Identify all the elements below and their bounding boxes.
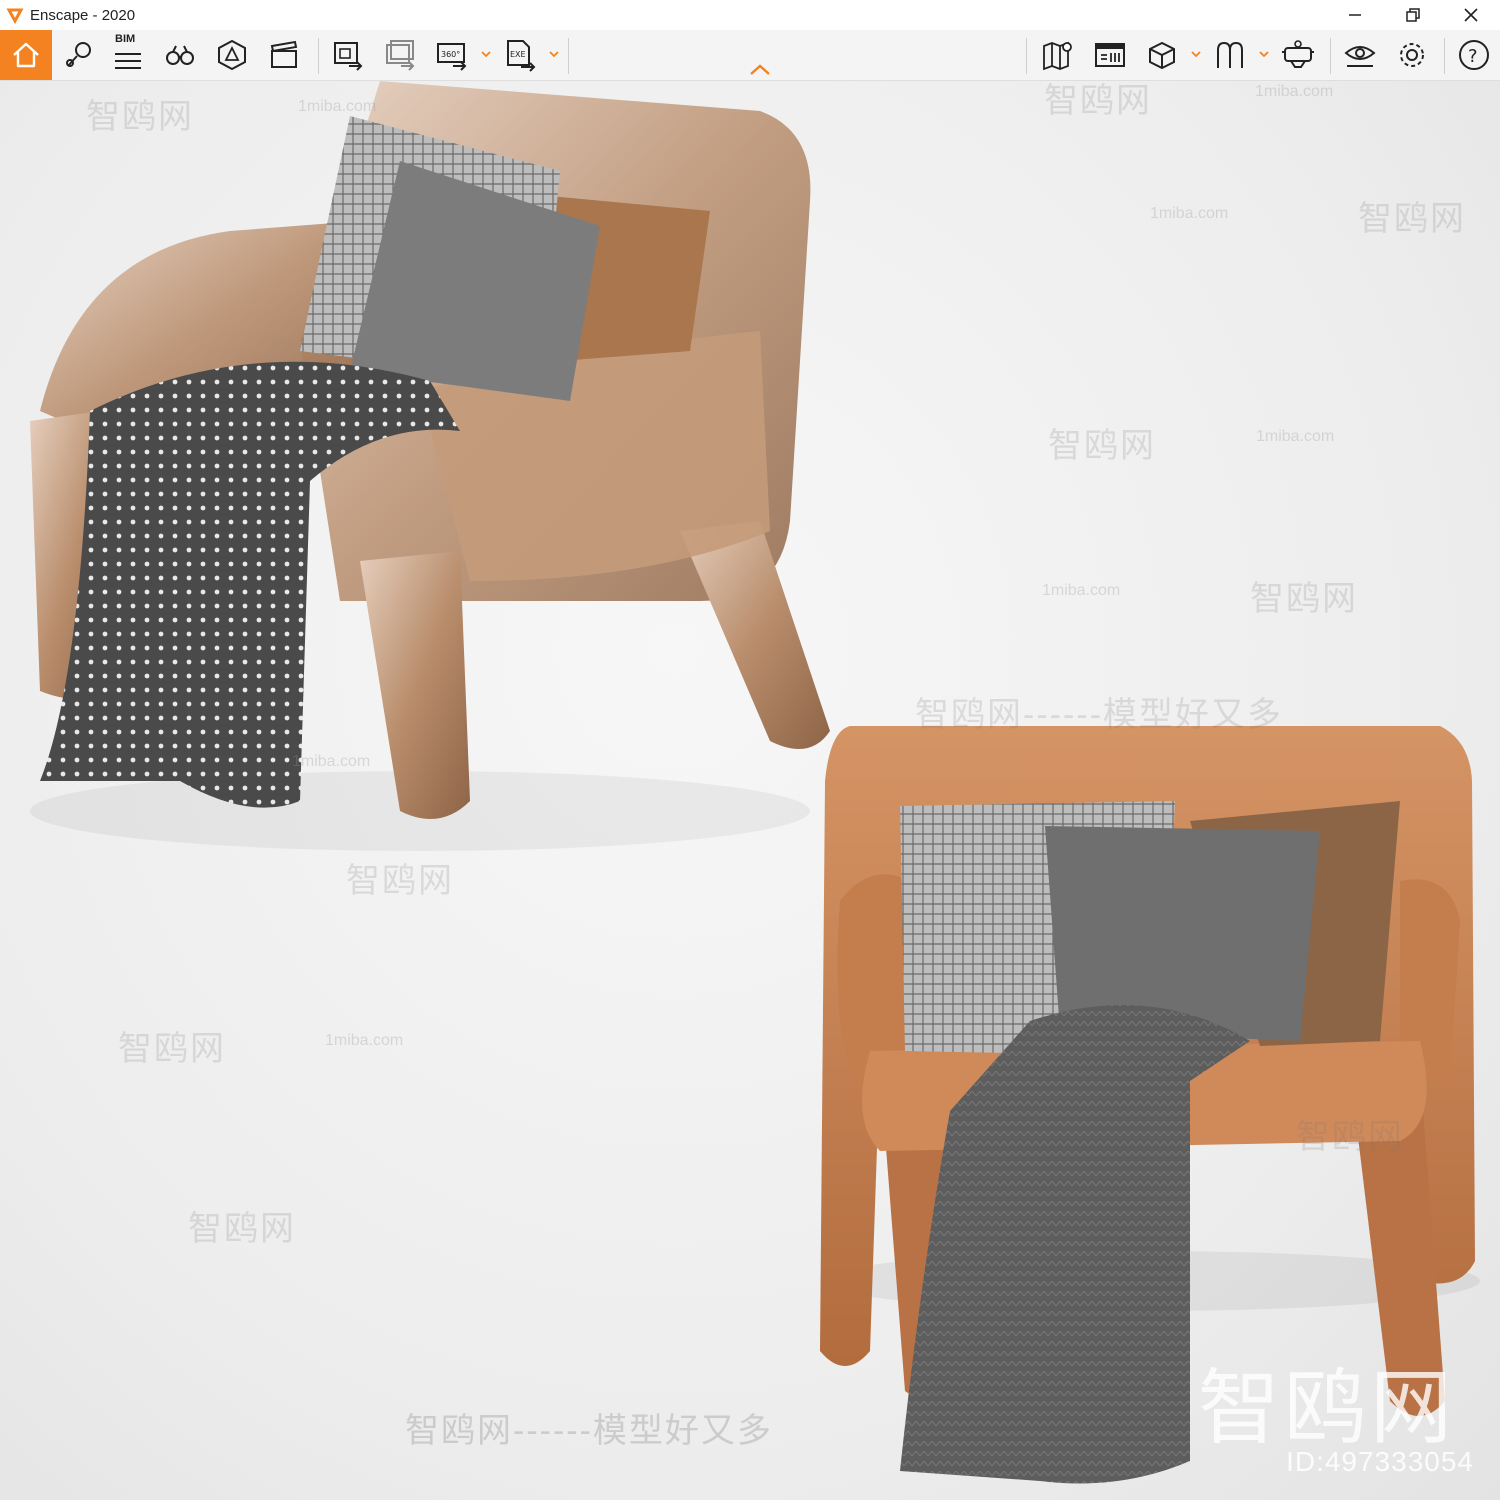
glass-armchair <box>30 81 830 851</box>
bim-button[interactable]: BIM <box>106 33 150 76</box>
toolbar: BIM 360° EXE ? <box>0 30 1500 81</box>
binoculars-button[interactable] <box>158 34 202 76</box>
vr-button[interactable] <box>1276 34 1320 76</box>
batch-render-icon <box>386 40 415 71</box>
visual-settings-icon <box>1344 46 1376 67</box>
settings-button[interactable] <box>1390 34 1434 76</box>
window-title: Enscape - 2020 <box>30 6 136 24</box>
watermark-site: 1miba.com <box>298 98 377 115</box>
watermark-brand: 智鸥网 <box>1048 427 1156 465</box>
section-box-button[interactable] <box>1140 34 1184 76</box>
watermark-brand: 智鸥网 <box>1250 580 1358 618</box>
watermark-brand: 智鸥网 <box>86 98 194 136</box>
minimize-icon <box>1349 14 1361 16</box>
panorama-button[interactable]: 360° <box>430 34 474 76</box>
close-icon <box>1464 8 1478 22</box>
minimize-button[interactable] <box>1326 0 1384 30</box>
views-button[interactable] <box>1088 34 1132 76</box>
exe-export-button[interactable]: EXE <box>498 34 542 76</box>
visual-settings-button[interactable] <box>1338 34 1382 76</box>
toolbar-separator <box>568 38 569 74</box>
video-editor-button[interactable] <box>262 34 306 76</box>
home-icon <box>13 42 39 68</box>
title-bar: Enscape - 2020 <box>0 0 1500 30</box>
watermark-site: 1miba.com <box>1150 205 1229 222</box>
binoculars-icon <box>166 45 194 65</box>
walkthrough-icon <box>1217 41 1243 68</box>
watermark-brand: 智鸥网 <box>188 1210 296 1248</box>
batch-render-button[interactable] <box>378 34 422 76</box>
map-button[interactable] <box>1036 34 1080 76</box>
asset-library-icon <box>218 39 246 71</box>
restore-button[interactable] <box>1384 0 1442 30</box>
watermark-id: ID:497333054 <box>1286 1446 1474 1477</box>
exe-export-dropdown[interactable] <box>548 44 560 64</box>
svg-text:EXE: EXE <box>510 50 526 59</box>
views-icon <box>1095 43 1125 67</box>
close-button[interactable] <box>1442 0 1500 30</box>
map-icon <box>1043 41 1072 71</box>
exe-export-icon: EXE <box>507 40 536 72</box>
window-controls <box>1326 0 1500 30</box>
panorama-360-icon: 360° <box>437 43 467 71</box>
bim-label: BIM <box>115 33 136 45</box>
watermark-brand: 智鸥网 <box>1044 82 1152 120</box>
help-button[interactable]: ? <box>1452 34 1496 76</box>
watermark-site: 1miba.com <box>1256 428 1335 445</box>
vr-headset-icon <box>1282 40 1314 68</box>
section-box-dropdown[interactable] <box>1190 44 1202 64</box>
walkthrough-button[interactable] <box>1208 34 1252 76</box>
watermark-brand: 智鸥网 <box>118 1030 226 1068</box>
screenshot-export-icon <box>334 42 363 71</box>
watermark-brand: 智鸥网 <box>1358 200 1466 238</box>
video-clapper-icon <box>270 40 298 68</box>
watermark-site: 1miba.com <box>325 1032 404 1049</box>
watermark-site: 1miba.com <box>292 753 371 770</box>
watermark-logo-text: 智鸥网 <box>1197 1361 1456 1456</box>
chevron-up-icon <box>750 64 770 75</box>
chevron-down-icon <box>549 51 559 58</box>
watermark-slogan: 智鸥网------模型好又多 <box>405 1412 773 1450</box>
watermark-brand: 智鸥网 <box>346 862 454 900</box>
chevron-down-icon <box>481 51 491 58</box>
toolbar-separator <box>1026 38 1027 74</box>
watermark-site: 1miba.com <box>1255 83 1334 100</box>
panorama-dropdown[interactable] <box>480 44 492 64</box>
render-viewport[interactable]: 1miba.com 智鸥网 1miba.com 智鸥网 1miba.com 智鸥… <box>0 81 1500 1500</box>
enscape-logo-icon <box>6 8 24 24</box>
chevron-down-icon <box>1191 51 1201 58</box>
watermark-site: 1miba.com <box>1042 582 1121 599</box>
asset-library-button[interactable] <box>210 34 254 76</box>
screenshot-button[interactable] <box>326 34 370 76</box>
location-pin-icon <box>66 42 91 67</box>
svg-text:?: ? <box>1468 46 1478 67</box>
toolbar-separator <box>1444 38 1445 74</box>
collapse-toolbar-button[interactable] <box>748 62 772 78</box>
toolbar-separator <box>1330 38 1331 74</box>
walkthrough-dropdown[interactable] <box>1258 44 1270 64</box>
section-box-icon <box>1149 41 1175 70</box>
svg-text:360°: 360° <box>441 50 460 59</box>
home-button[interactable] <box>0 30 52 80</box>
chevron-down-icon <box>1259 51 1269 58</box>
watermark-brand: 智鸥网 <box>1296 1118 1404 1156</box>
toolbar-separator <box>318 38 319 74</box>
restore-icon <box>1406 8 1420 22</box>
settings-gear-icon <box>1400 43 1424 67</box>
location-button[interactable] <box>56 34 100 76</box>
scene-render <box>30 81 1480 1484</box>
watermark-slogan: 智鸥网------模型好又多 <box>915 696 1283 734</box>
help-icon: ? <box>1459 40 1489 70</box>
